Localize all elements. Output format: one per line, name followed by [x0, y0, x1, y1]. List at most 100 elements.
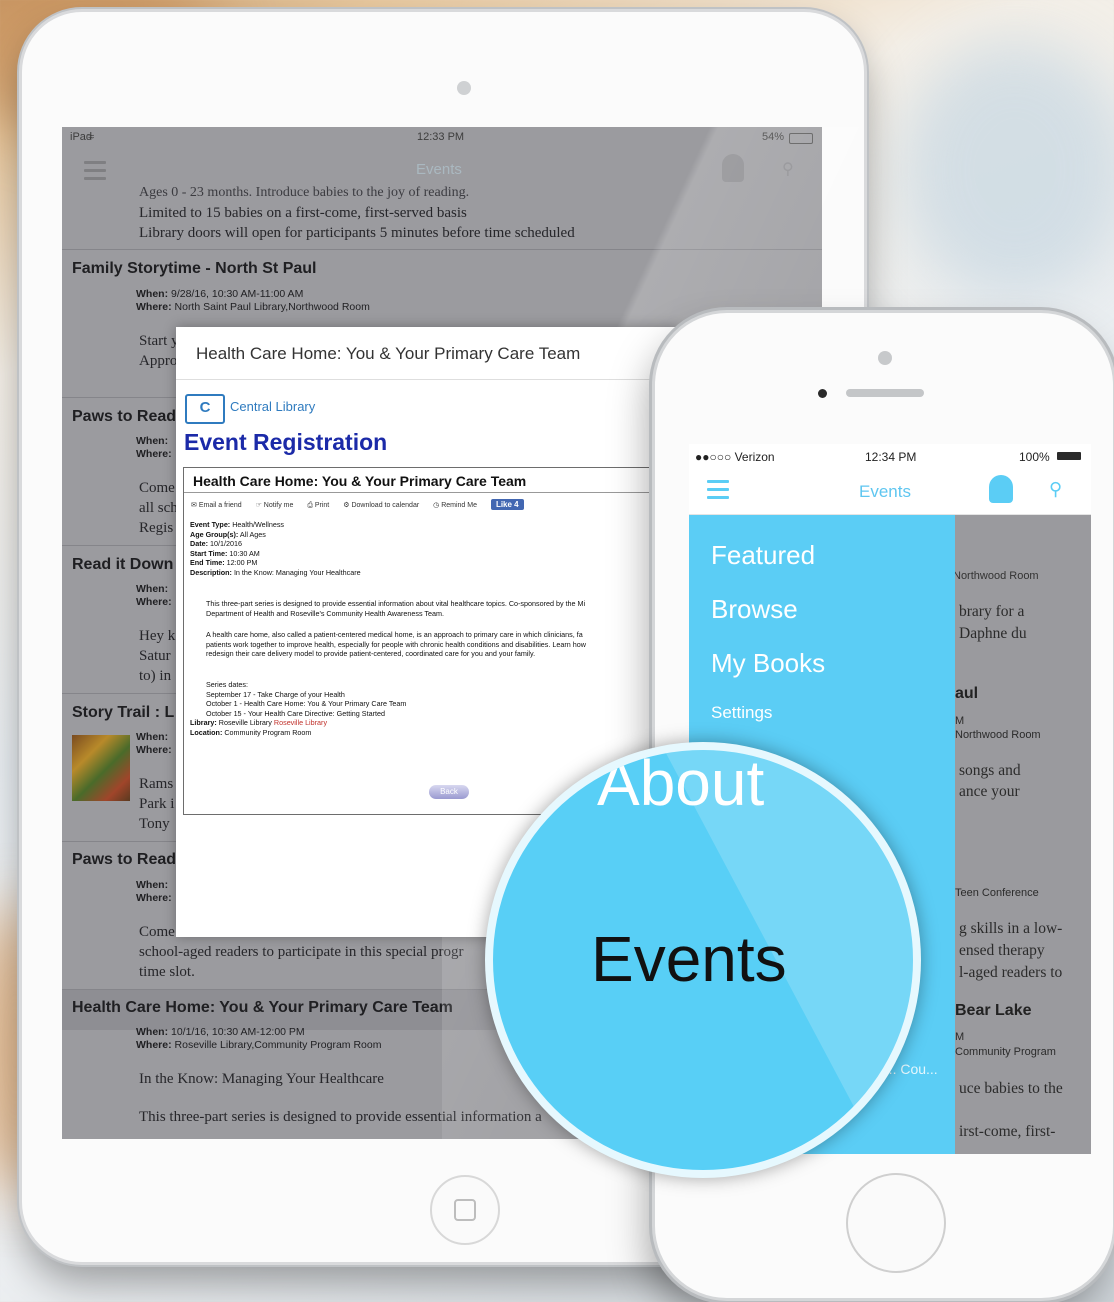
event-where: Where:	[136, 596, 172, 608]
iphone-time: 12:34 PM	[865, 450, 917, 464]
list-snippet: M	[955, 1031, 965, 1043]
iphone-status-bar: ●●○○○ Verizon 12:34 PM 100%	[689, 444, 1091, 468]
event-toolbar: ✉ Email a friend ☞ Notify me ⎙ Print ⚙ D…	[191, 499, 530, 510]
event-desc-line: This three-part series is designed to pr…	[139, 1109, 542, 1125]
list-snippet: Northwood Room	[955, 729, 1041, 741]
menu-item-featured[interactable]: Featured	[711, 540, 815, 571]
magnifier-callout: About Events	[485, 742, 921, 1178]
event-desc-line: Rams	[139, 776, 174, 792]
event-desc-line: time slot.	[139, 964, 195, 980]
list-snippet: irst-come, first-	[959, 1123, 1056, 1140]
iphone-speaker	[846, 389, 924, 397]
detail-row: Date: 10/1/2016	[190, 539, 242, 549]
menu-icon[interactable]	[84, 161, 106, 185]
library-link[interactable]: Roseville Library	[274, 718, 327, 727]
user-icon[interactable]	[722, 154, 744, 182]
event-title[interactable]: Health Care Home: You & Your Primary Car…	[72, 999, 453, 1017]
list-snippet: Daphne du	[959, 625, 1027, 642]
ipad-battery: 54%	[762, 131, 785, 143]
list-snippet: songs and	[959, 762, 1021, 779]
detail-row: Description: In the Know: Managing Your …	[190, 567, 361, 577]
ipad-nav-title: Events	[416, 161, 462, 178]
event-desc-line: In the Know: Managing Your Healthcare	[139, 1071, 384, 1087]
email-friend-link[interactable]: ✉ Email a friend	[191, 502, 248, 509]
facebook-like-button[interactable]: Like 4	[490, 499, 524, 510]
library-info: Library: Roseville Library Roseville Lib…	[190, 718, 328, 737]
list-snippet: Community Program	[955, 1046, 1056, 1058]
event-desc-line: Hey k	[139, 628, 176, 644]
list-snippet: aul	[955, 685, 979, 702]
event-when: When: 9/28/16, 10:30 AM-11:00 AM	[136, 288, 304, 300]
event-where: Where: Roseville Library,Community Progr…	[136, 1039, 382, 1051]
menu-icon[interactable]	[707, 480, 729, 504]
event-desc-line: to) in	[139, 668, 172, 684]
description-paragraph: A health care home, also called a patien…	[206, 630, 586, 659]
library-name: Central Library	[230, 399, 316, 414]
detail-row: Start Time: 10:30 AM	[190, 548, 260, 558]
print-link[interactable]: ⎙ Print	[307, 502, 335, 509]
notify-me-link[interactable]: ☞ Notify me	[256, 502, 300, 509]
ipad-status-bar: iPad ≈ 12:33 PM 54%	[62, 127, 822, 149]
divider	[184, 492, 660, 493]
event-when: When: 10/1/16, 10:30 AM-12:00 PM	[136, 1026, 305, 1038]
wifi-icon: ≈	[88, 131, 95, 143]
event-desc-line: school-aged readers to participate in th…	[139, 944, 464, 960]
search-icon[interactable]: ⚲	[782, 159, 794, 179]
registration-heading: Event Registration	[184, 429, 388, 455]
iphone-sensor	[818, 389, 827, 398]
event-desc-line: Library doors will open for participants…	[139, 225, 575, 241]
menu-item-browse[interactable]: Browse	[711, 594, 798, 625]
event-when: When:	[136, 435, 169, 447]
iphone-home-button[interactable]	[846, 1173, 946, 1273]
battery-icon	[1057, 452, 1081, 460]
event-details-box: Health Care Home: You & Your Primary Car…	[183, 467, 661, 815]
iphone-camera	[878, 351, 892, 365]
event-thumbnail[interactable]	[72, 735, 130, 801]
description-paragraph: This three-part series is designed to pr…	[206, 599, 586, 618]
remind-me-link[interactable]: ◷ Remind Me	[433, 502, 483, 509]
list-snippet: g skills in a low-	[959, 920, 1063, 937]
event-when: When:	[136, 879, 169, 891]
download-calendar-link[interactable]: ⚙ Download to calendar	[343, 502, 425, 509]
divider	[62, 249, 822, 250]
user-icon[interactable]	[989, 475, 1013, 503]
event-details-title: Health Care Home: You & Your Primary Car…	[193, 473, 527, 489]
list-snippet: uce babies to the	[959, 1080, 1063, 1097]
ipad-camera	[457, 81, 471, 95]
event-title[interactable]: Read it Down	[72, 556, 173, 574]
list-snippet: Bear Lake	[955, 1002, 1032, 1019]
event-title[interactable]: Family Storytime - North St Paul	[72, 260, 316, 278]
list-snippet: l-aged readers to	[959, 964, 1063, 981]
event-desc-line: Regis	[139, 520, 174, 536]
event-where: Where: North Saint Paul Library,Northwoo…	[136, 301, 370, 313]
event-desc-line: Ages 0 - 23 months. Introduce babies to …	[139, 185, 470, 200]
back-button[interactable]: Back	[429, 785, 469, 799]
event-desc-line: Tony	[139, 816, 170, 832]
event-title[interactable]: Paws to Read	[72, 408, 176, 426]
battery-icon	[789, 133, 813, 144]
menu-item-settings[interactable]: Settings	[711, 703, 772, 723]
list-snippet: ance your	[959, 783, 1020, 800]
iphone-nav-bar: Events ⚲	[689, 468, 1091, 515]
event-title[interactable]: Story Trail : L	[72, 704, 174, 722]
menu-item-events[interactable]: Events	[591, 922, 787, 996]
event-desc-line: Come	[139, 480, 175, 496]
iphone-battery: 100%	[1019, 450, 1050, 464]
background-blur-right	[900, 40, 1114, 300]
event-where: Where:	[136, 744, 172, 756]
event-title[interactable]: Paws to Read	[72, 851, 176, 869]
menu-item-my-books[interactable]: My Books	[711, 648, 825, 679]
list-snippet: ensed therapy	[959, 942, 1045, 959]
ipad-time: 12:33 PM	[417, 131, 465, 143]
event-when: When:	[136, 731, 169, 743]
menu-item-about[interactable]: About	[597, 750, 764, 820]
event-detail-list: Event Type: Health/Wellness Age Group(s)…	[190, 520, 361, 578]
search-icon[interactable]: ⚲	[1049, 479, 1062, 500]
event-desc-line: Park i	[139, 796, 175, 812]
iphone-nav-title: Events	[859, 482, 911, 501]
library-logo-icon: C	[185, 394, 225, 424]
modal-header: Health Care Home: You & Your Primary Car…	[176, 327, 678, 380]
detail-row: End Time: 12:00 PM	[190, 558, 258, 568]
event-where: Where:	[136, 448, 172, 460]
ipad-home-button[interactable]	[430, 1175, 500, 1245]
